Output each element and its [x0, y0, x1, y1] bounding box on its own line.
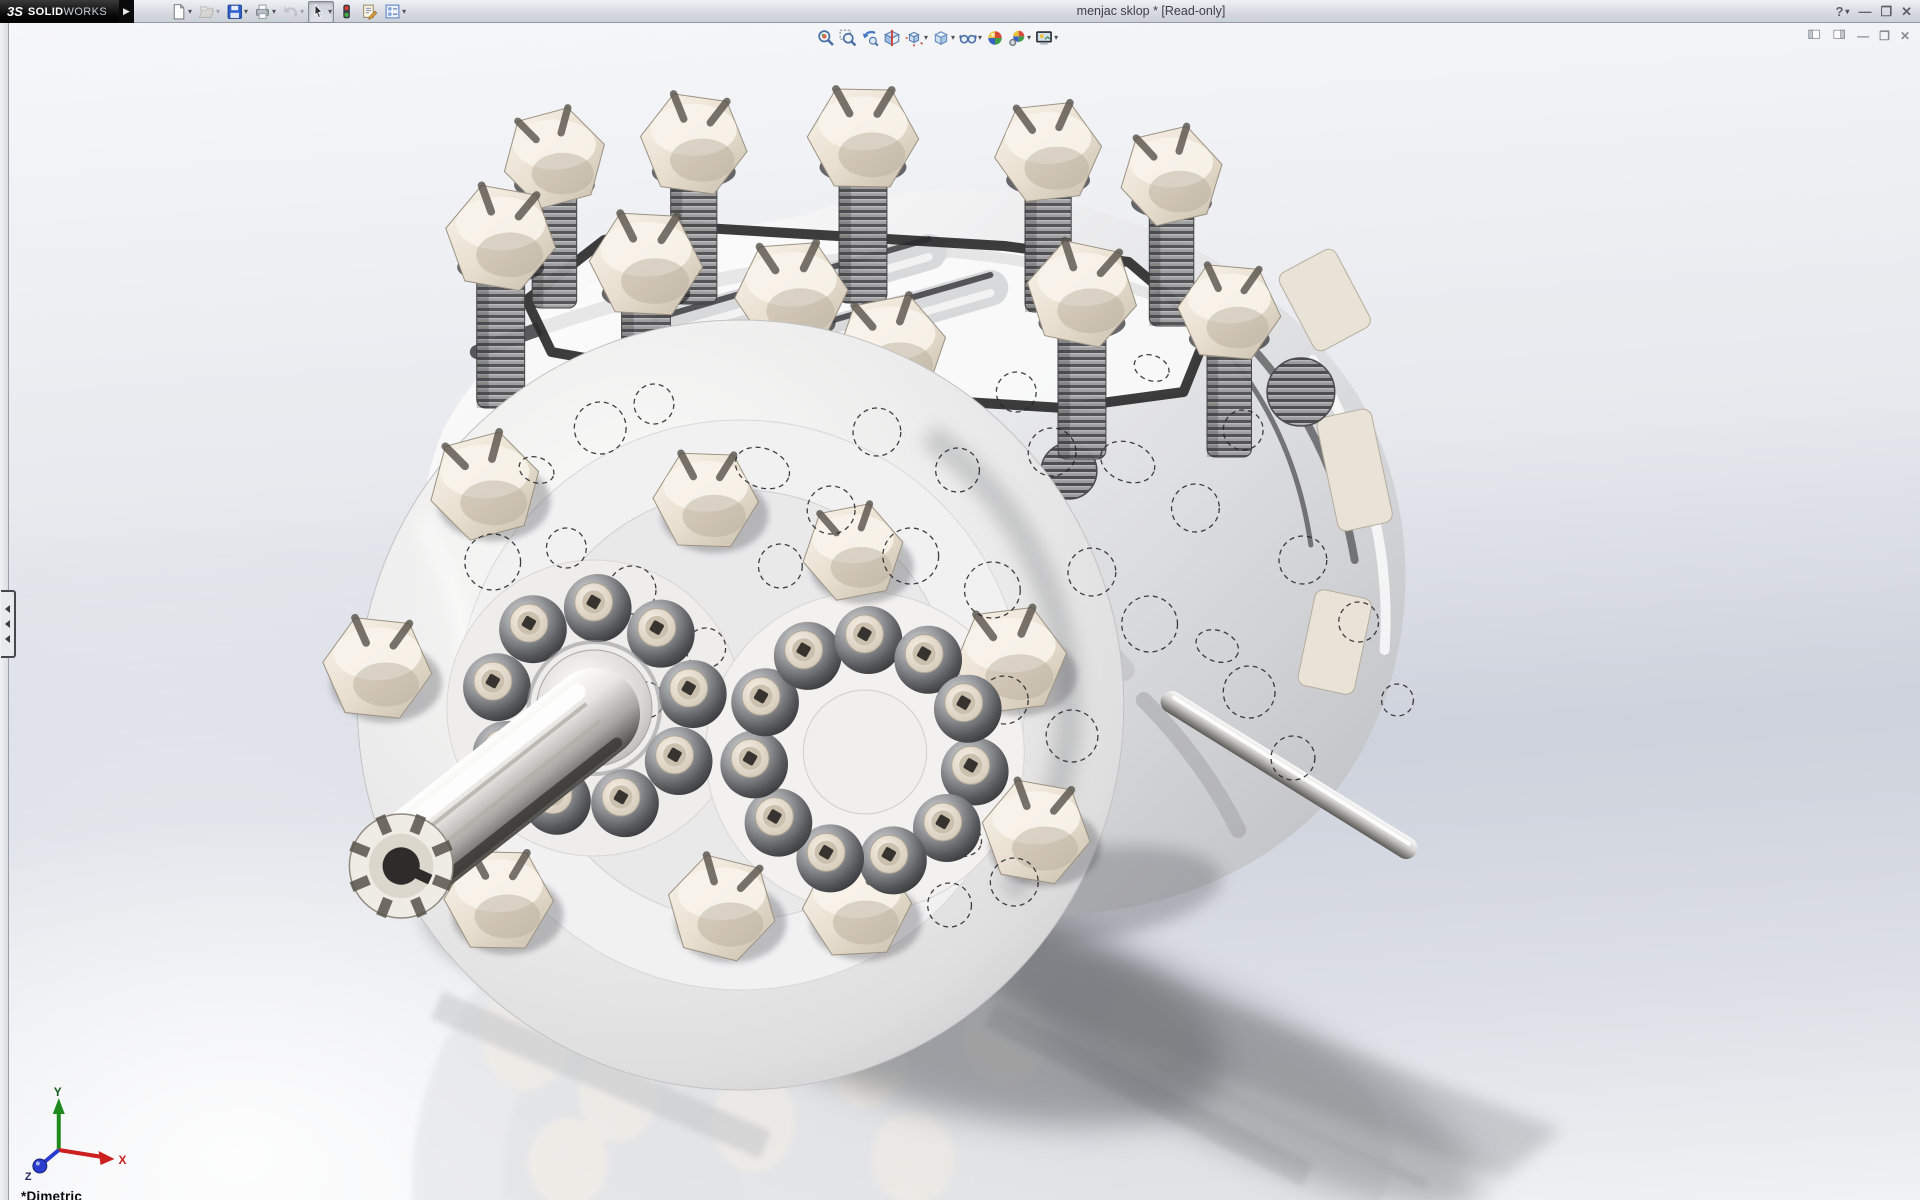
solidworks-logo: 3S SOLIDWORKS: [0, 0, 119, 23]
collapse-arrow-icon: [5, 620, 10, 628]
dropdown-caret[interactable]: ▾: [951, 34, 955, 42]
dropdown-caret[interactable]: ▾: [188, 8, 192, 16]
minimize-icon: —: [1858, 5, 1871, 18]
gearbox-model[interactable]: [323, 89, 1414, 1090]
titlebar: 3S SOLIDWORKS ▶ ▾ ▾ ▾ ▾ ▾ ▾ ▾ menjac sklop * […: [0, 0, 1920, 23]
edit-appearance-button[interactable]: [984, 27, 1006, 49]
document-window-controls: — ❐ ✕: [1807, 29, 1910, 42]
section-view-icon: [883, 29, 901, 47]
display-style-icon: [932, 29, 950, 47]
section-view-button[interactable]: [881, 27, 903, 49]
collapse-arrow-icon: [5, 635, 10, 643]
view-orientation-icon: [905, 29, 923, 47]
zoom-to-fit-icon: [817, 29, 835, 47]
help-button[interactable]: ?▾: [1835, 5, 1849, 18]
file-properties-icon: [361, 3, 378, 20]
solidworks-logo-mark: 3S: [7, 4, 23, 19]
dropdown-caret[interactable]: ▾: [216, 8, 220, 16]
dropdown-caret[interactable]: ▾: [244, 8, 248, 16]
svg-text:Z: Z: [25, 1171, 32, 1183]
view-orientation-label: *Dimetric: [21, 1189, 82, 1200]
minimize-icon: —: [1857, 30, 1869, 42]
dropdown-caret[interactable]: ▾: [328, 8, 332, 16]
standard-toolbar: ▾ ▾ ▾ ▾ ▾ ▾ ▾: [168, 0, 410, 23]
print-icon: [254, 3, 271, 20]
close-button[interactable]: ✕: [1901, 5, 1912, 18]
restore-icon: ❐: [1879, 30, 1890, 42]
save-icon: [226, 3, 243, 20]
open-button[interactable]: ▾: [196, 1, 222, 23]
previous-view-button[interactable]: [859, 27, 881, 49]
apply-scene-icon: [1008, 29, 1026, 47]
dropdown-caret[interactable]: ▾: [300, 8, 304, 16]
select-button[interactable]: ▾: [308, 1, 334, 23]
dropdown-caret[interactable]: ▾: [1027, 34, 1031, 42]
solidworks-window: 3S SOLIDWORKS ▶ ▾ ▾ ▾ ▾ ▾ ▾ ▾ menjac sklop * […: [0, 0, 1920, 1200]
pane-right-icon: [1832, 29, 1847, 42]
brand-works: WORKS: [64, 6, 108, 18]
display-style-button[interactable]: ▾: [930, 27, 957, 49]
view-settings-icon: [1035, 29, 1053, 47]
feature-pane-strip: [0, 23, 9, 1200]
doc-close-button[interactable]: ✕: [1900, 30, 1910, 42]
apply-scene-button[interactable]: ▾: [1006, 27, 1033, 49]
svg-text:X: X: [118, 1153, 126, 1167]
show-right-pane-button[interactable]: [1832, 29, 1847, 42]
threaded-stud: [1267, 358, 1335, 426]
view-settings-button[interactable]: ▾: [1033, 27, 1060, 49]
hide-show-items-icon: [959, 29, 977, 47]
view-orientation-button[interactable]: ▾: [903, 27, 930, 49]
window-title: menjac sklop * [Read-only]: [986, 0, 1316, 23]
dropdown-caret[interactable]: ▾: [978, 34, 982, 42]
menu-expand-arrow-icon[interactable]: ▶: [119, 0, 134, 23]
open-folder-icon: [198, 3, 215, 20]
help-icon: ?: [1835, 5, 1843, 18]
dropdown-caret[interactable]: ▾: [402, 8, 406, 16]
print-button[interactable]: ▾: [252, 1, 278, 23]
brand-solid: SOLID: [28, 6, 64, 18]
zoom-to-area-button[interactable]: [837, 27, 859, 49]
collapse-arrow-icon: [5, 605, 10, 613]
zoom-to-area-icon: [839, 29, 857, 47]
save-button[interactable]: ▾: [224, 1, 250, 23]
dropdown-caret[interactable]: ▾: [1054, 34, 1058, 42]
close-icon: ✕: [1900, 30, 1910, 42]
gearbox-3d-model-view[interactable]: Y X Z: [9, 23, 1920, 1200]
graphics-viewport[interactable]: ▾ ▾ ▾ ▾ ▾ — ❐ ✕ Y X Z *Dimetric: [9, 23, 1920, 1200]
orientation-triad: Y X Z: [25, 1085, 127, 1183]
work-area: ▾ ▾ ▾ ▾ ▾ — ❐ ✕ Y X Z *Dimetric: [0, 23, 1920, 1200]
window-controls: ?▾ — ❐ ✕: [1835, 0, 1912, 23]
select-cursor-icon: [310, 3, 327, 20]
hide-show-items-button[interactable]: ▾: [957, 27, 984, 49]
doc-restore-button[interactable]: ❐: [1879, 30, 1890, 42]
minimize-button[interactable]: —: [1858, 5, 1871, 18]
undo-button[interactable]: ▾: [280, 1, 306, 23]
new-button[interactable]: ▾: [168, 1, 194, 23]
close-icon: ✕: [1901, 5, 1912, 18]
dropdown-caret[interactable]: ▾: [1845, 8, 1849, 16]
rebuild-button[interactable]: [336, 1, 357, 23]
edit-appearance-icon: [986, 29, 1004, 47]
collapsed-featuremanager-tab[interactable]: [1, 590, 16, 658]
undo-icon: [282, 3, 299, 20]
restore-icon: ❐: [1880, 5, 1892, 18]
file-properties-button[interactable]: [359, 1, 380, 23]
new-document-icon: [170, 3, 187, 20]
options-list-icon: [384, 3, 401, 20]
show-left-pane-button[interactable]: [1807, 29, 1822, 42]
doc-minimize-button[interactable]: —: [1857, 30, 1869, 42]
heads-up-view-toolbar: ▾ ▾ ▾ ▾ ▾: [815, 27, 1060, 49]
dropdown-caret[interactable]: ▾: [272, 8, 276, 16]
previous-view-icon: [861, 29, 879, 47]
restore-button[interactable]: ❐: [1880, 5, 1892, 18]
dropdown-caret[interactable]: ▾: [924, 34, 928, 42]
options-button[interactable]: ▾: [382, 1, 408, 23]
pane-left-icon: [1807, 29, 1822, 42]
zoom-to-fit-button[interactable]: [815, 27, 837, 49]
svg-text:Y: Y: [54, 1085, 62, 1099]
traffic-light-icon: [338, 3, 355, 20]
